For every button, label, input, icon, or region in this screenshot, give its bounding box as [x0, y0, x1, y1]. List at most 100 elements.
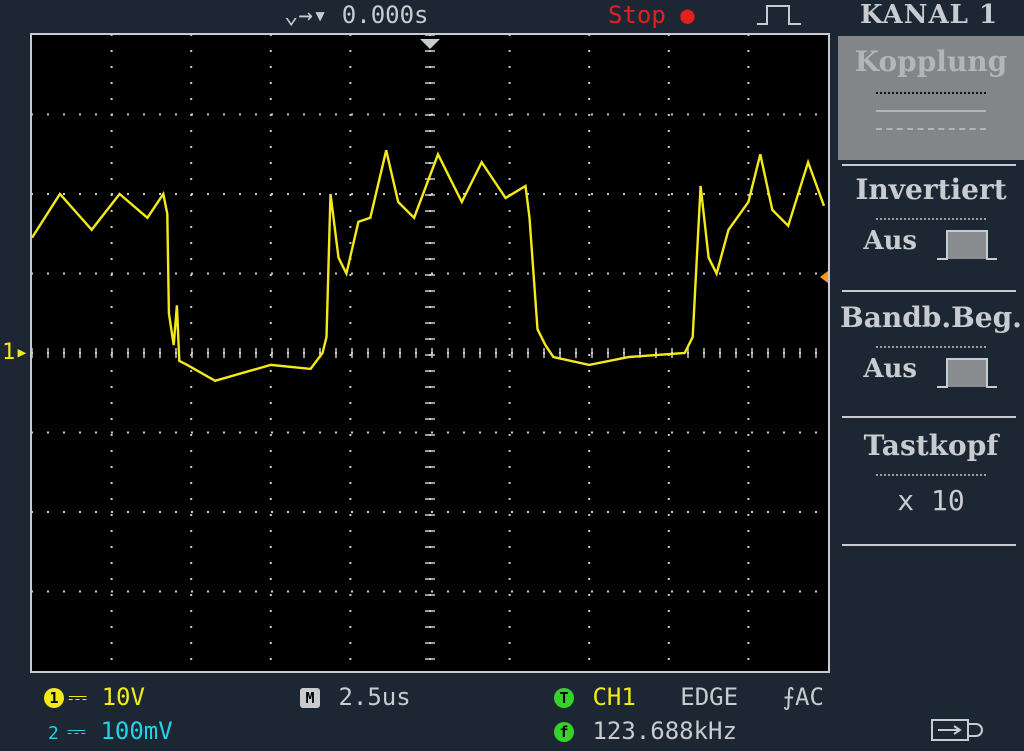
grid-dot [269, 162, 272, 164]
menu-divider [842, 544, 1016, 546]
grid-dot [190, 50, 193, 52]
grid-dot [175, 511, 177, 513]
grid-dot [747, 626, 750, 628]
grid-dot [751, 511, 753, 513]
menu-coupling-title: Kopplung [854, 45, 1008, 78]
grid-dot [815, 272, 817, 275]
grid-dot [239, 113, 241, 116]
grid-dot [349, 290, 352, 292]
grid-dot [527, 590, 529, 593]
grid-dot [47, 590, 49, 593]
grid-dot [783, 113, 785, 116]
grid-dot [508, 450, 511, 452]
grid-dot [747, 306, 750, 308]
grid-dot [591, 193, 593, 195]
grid-dot [415, 193, 417, 195]
menu-invert[interactable]: Invertiert Aus [838, 172, 1024, 292]
trigger-position-marker [420, 39, 440, 49]
grid-dot [508, 626, 511, 628]
grid-dot [591, 590, 593, 593]
grid-dot [588, 242, 591, 244]
grid-dot [783, 511, 785, 513]
grid-dot [667, 578, 670, 580]
grid-dot [303, 590, 305, 593]
grid-dot [667, 338, 670, 340]
grid-dot [667, 162, 670, 164]
grid-dot [671, 431, 673, 434]
grid-dot [319, 113, 321, 116]
menu-bandwidth-limit[interactable]: Bandb.Beg. Aus [838, 300, 1024, 420]
grid-dot [191, 193, 193, 195]
waveform-display[interactable] [30, 33, 830, 673]
grid-dot [190, 530, 193, 532]
ch1-scale-readout: 1 ⎓ 10V [44, 682, 145, 712]
grid-dot [479, 511, 481, 513]
grid-dot [479, 590, 481, 593]
grid-dot [143, 431, 145, 434]
grid-dot [127, 431, 129, 434]
grid-dot [79, 193, 81, 195]
grid-dot [269, 258, 272, 260]
menu-probe[interactable]: Tastkopf x 10 [838, 428, 1024, 538]
grid-dot [671, 511, 673, 513]
grid-dot [735, 113, 737, 116]
grid-dot [655, 113, 657, 116]
grid-dot [190, 546, 193, 548]
grid-dot [111, 590, 113, 593]
grid-dot [799, 113, 801, 116]
grid-dot [111, 511, 113, 513]
grid-dot [269, 35, 272, 36]
menu-bandwidth-title: Bandb.Beg. [840, 301, 1022, 334]
grid-dot [399, 193, 401, 195]
grid-dot [639, 113, 641, 116]
grid-dot [588, 50, 591, 52]
grid-dot [110, 370, 113, 372]
grid-dot [111, 431, 113, 434]
grid-dot [495, 272, 497, 275]
grid-dot [110, 594, 113, 596]
grid-dot [508, 226, 511, 228]
grid-dot [527, 431, 529, 434]
grid-dot [508, 258, 511, 260]
grid-dot [110, 306, 113, 308]
grid-dot [508, 642, 511, 644]
grid-dot [399, 590, 401, 593]
grid-dot [431, 511, 433, 513]
grid-dot [747, 386, 750, 388]
grid-dot [349, 466, 352, 468]
menu-coupling[interactable]: Kopplung [838, 36, 1024, 160]
grid-dot [335, 431, 337, 434]
grid-dot [63, 193, 65, 195]
grid-dot [63, 272, 65, 275]
run-status-indicator[interactable]: Stop ● [608, 0, 695, 30]
grid-dot [667, 402, 670, 404]
grid-dot [575, 431, 577, 434]
ch2-scale: 100mV [100, 717, 173, 745]
grid-dot [110, 610, 113, 612]
grid-dot [543, 511, 545, 513]
grid-dot [190, 434, 193, 436]
grid-dot [190, 466, 193, 468]
grid-dot [747, 610, 750, 612]
grid-dot [207, 193, 209, 195]
grid-dot [747, 98, 750, 100]
grid-dot [667, 514, 670, 516]
grid-dot [110, 514, 113, 516]
grid-dot [255, 193, 257, 195]
grid-dot [110, 434, 113, 436]
grid-dot [655, 431, 657, 434]
trigger-source: CH1 [592, 683, 636, 711]
grid-dot [667, 290, 670, 292]
menu-divider [842, 416, 1016, 418]
grid-dot [191, 272, 193, 275]
grid-dot [588, 162, 591, 164]
grid-dot [463, 272, 465, 275]
grid-dot [47, 193, 49, 195]
grid-dot [511, 431, 513, 434]
grid-dot [207, 590, 209, 593]
grid-dot [588, 210, 591, 212]
ch2-scale-readout: 2 ⎓ 100mV [48, 716, 173, 746]
off-toggle-icon [936, 357, 997, 388]
grid-dot [367, 272, 369, 275]
grid-dot [591, 113, 593, 116]
